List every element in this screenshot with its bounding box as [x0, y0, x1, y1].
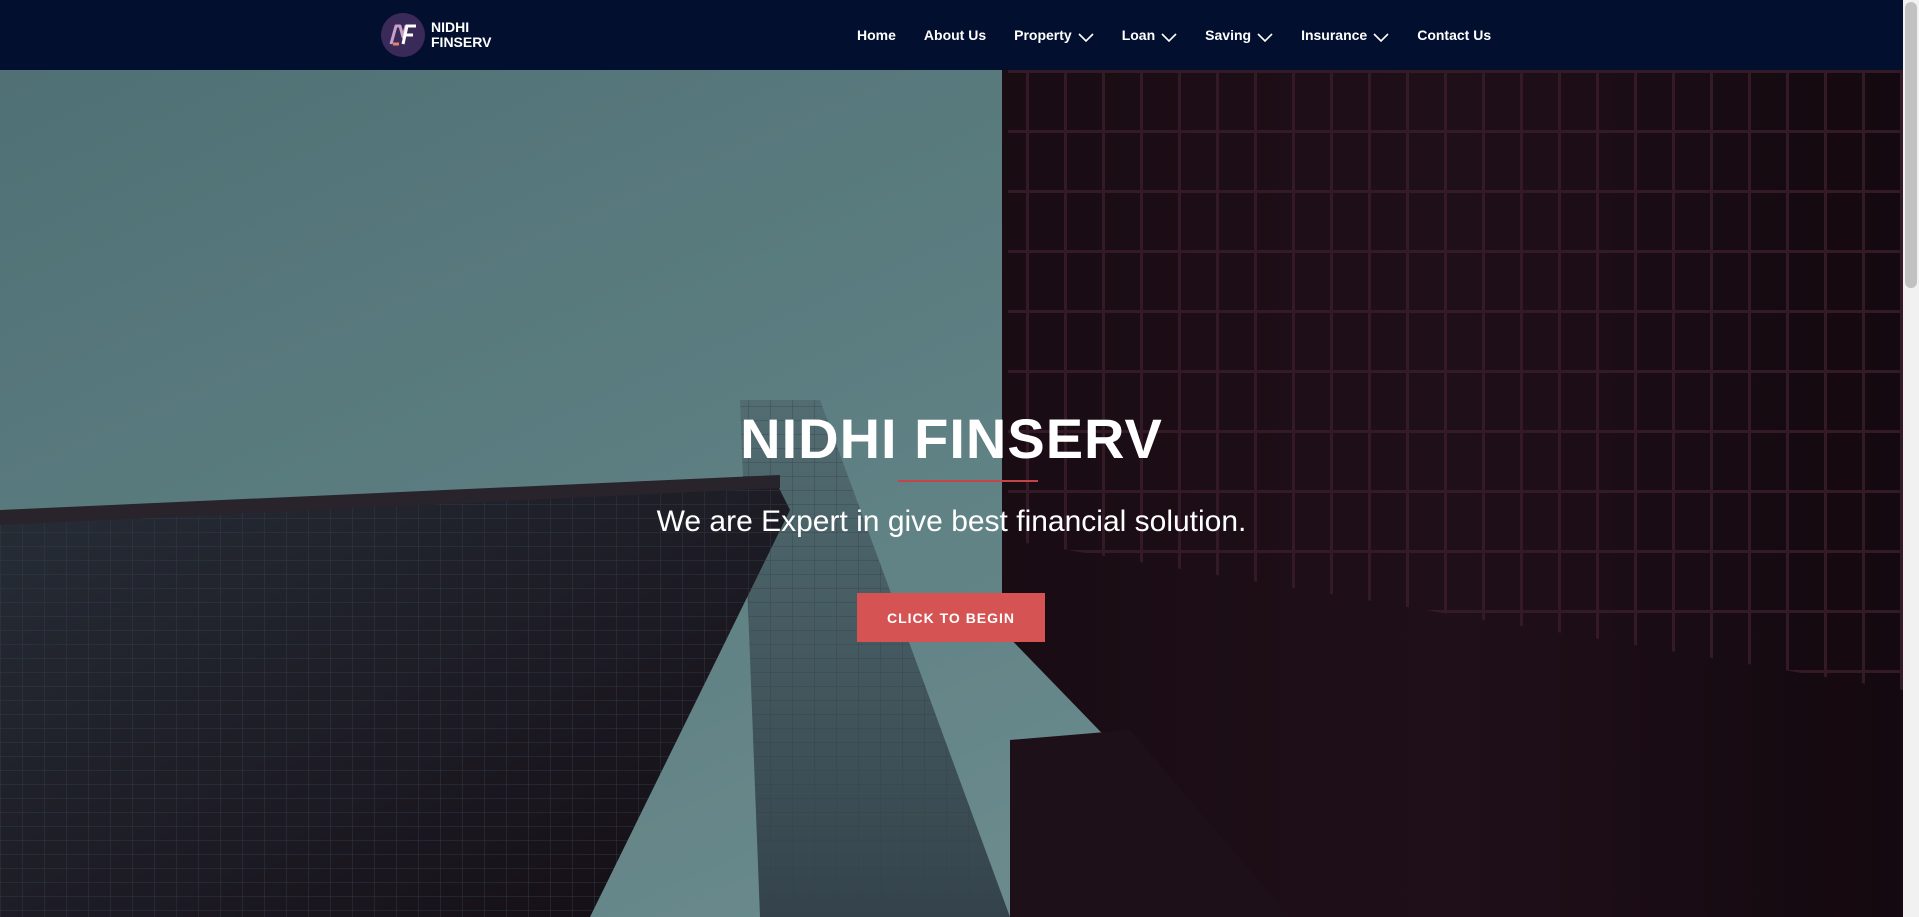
top-navbar: NIDHI FINSERV Home About Us Property Loa…	[0, 0, 1903, 70]
nav-contact-us-label: Contact Us	[1417, 27, 1492, 43]
nav-about-us[interactable]: About Us	[924, 27, 986, 43]
nav-insurance-label: Insurance	[1301, 27, 1368, 43]
main-nav: Home About Us Property Loan Saving Insur…	[857, 0, 1491, 70]
hero-content: NIDHI FINSERV We are Expert in give best…	[0, 70, 1903, 917]
hero-section: NIDHI FINSERV We are Expert in give best…	[0, 70, 1903, 917]
chevron-down-icon	[1373, 30, 1389, 43]
nav-home-label: Home	[857, 27, 896, 43]
nav-saving[interactable]: Saving	[1205, 27, 1273, 43]
brand-line-2: FINSERV	[431, 34, 492, 50]
chevron-down-icon	[1078, 30, 1094, 43]
click-to-begin-button[interactable]: Click to Begin	[857, 593, 1045, 642]
hero-divider	[898, 480, 1038, 482]
page: NIDHI FINSERV Home About Us Property Loa…	[0, 0, 1903, 917]
nav-insurance[interactable]: Insurance	[1301, 27, 1389, 43]
nav-property-label: Property	[1014, 27, 1072, 43]
nav-property[interactable]: Property	[1014, 27, 1094, 43]
nf-logo-icon	[381, 13, 425, 57]
chevron-down-icon	[1161, 30, 1177, 43]
scrollbar-thumb[interactable]	[1905, 2, 1917, 288]
nav-loan[interactable]: Loan	[1122, 27, 1177, 43]
nav-saving-label: Saving	[1205, 27, 1252, 43]
nav-about-us-label: About Us	[923, 27, 987, 43]
chevron-down-icon	[1257, 30, 1273, 43]
nav-loan-label: Loan	[1121, 27, 1156, 43]
nav-home[interactable]: Home	[857, 27, 896, 43]
hero-title: NIDHI FINSERV	[740, 407, 1163, 470]
hero-subtitle: We are Expert in give best financial sol…	[656, 505, 1247, 538]
brand-name: NIDHI FINSERV	[431, 20, 491, 50]
brand-logo-link[interactable]: NIDHI FINSERV	[381, 12, 491, 58]
nav-contact-us[interactable]: Contact Us	[1417, 27, 1491, 43]
vertical-scrollbar[interactable]	[1903, 0, 1919, 917]
brand-line-1: NIDHI	[431, 19, 470, 35]
